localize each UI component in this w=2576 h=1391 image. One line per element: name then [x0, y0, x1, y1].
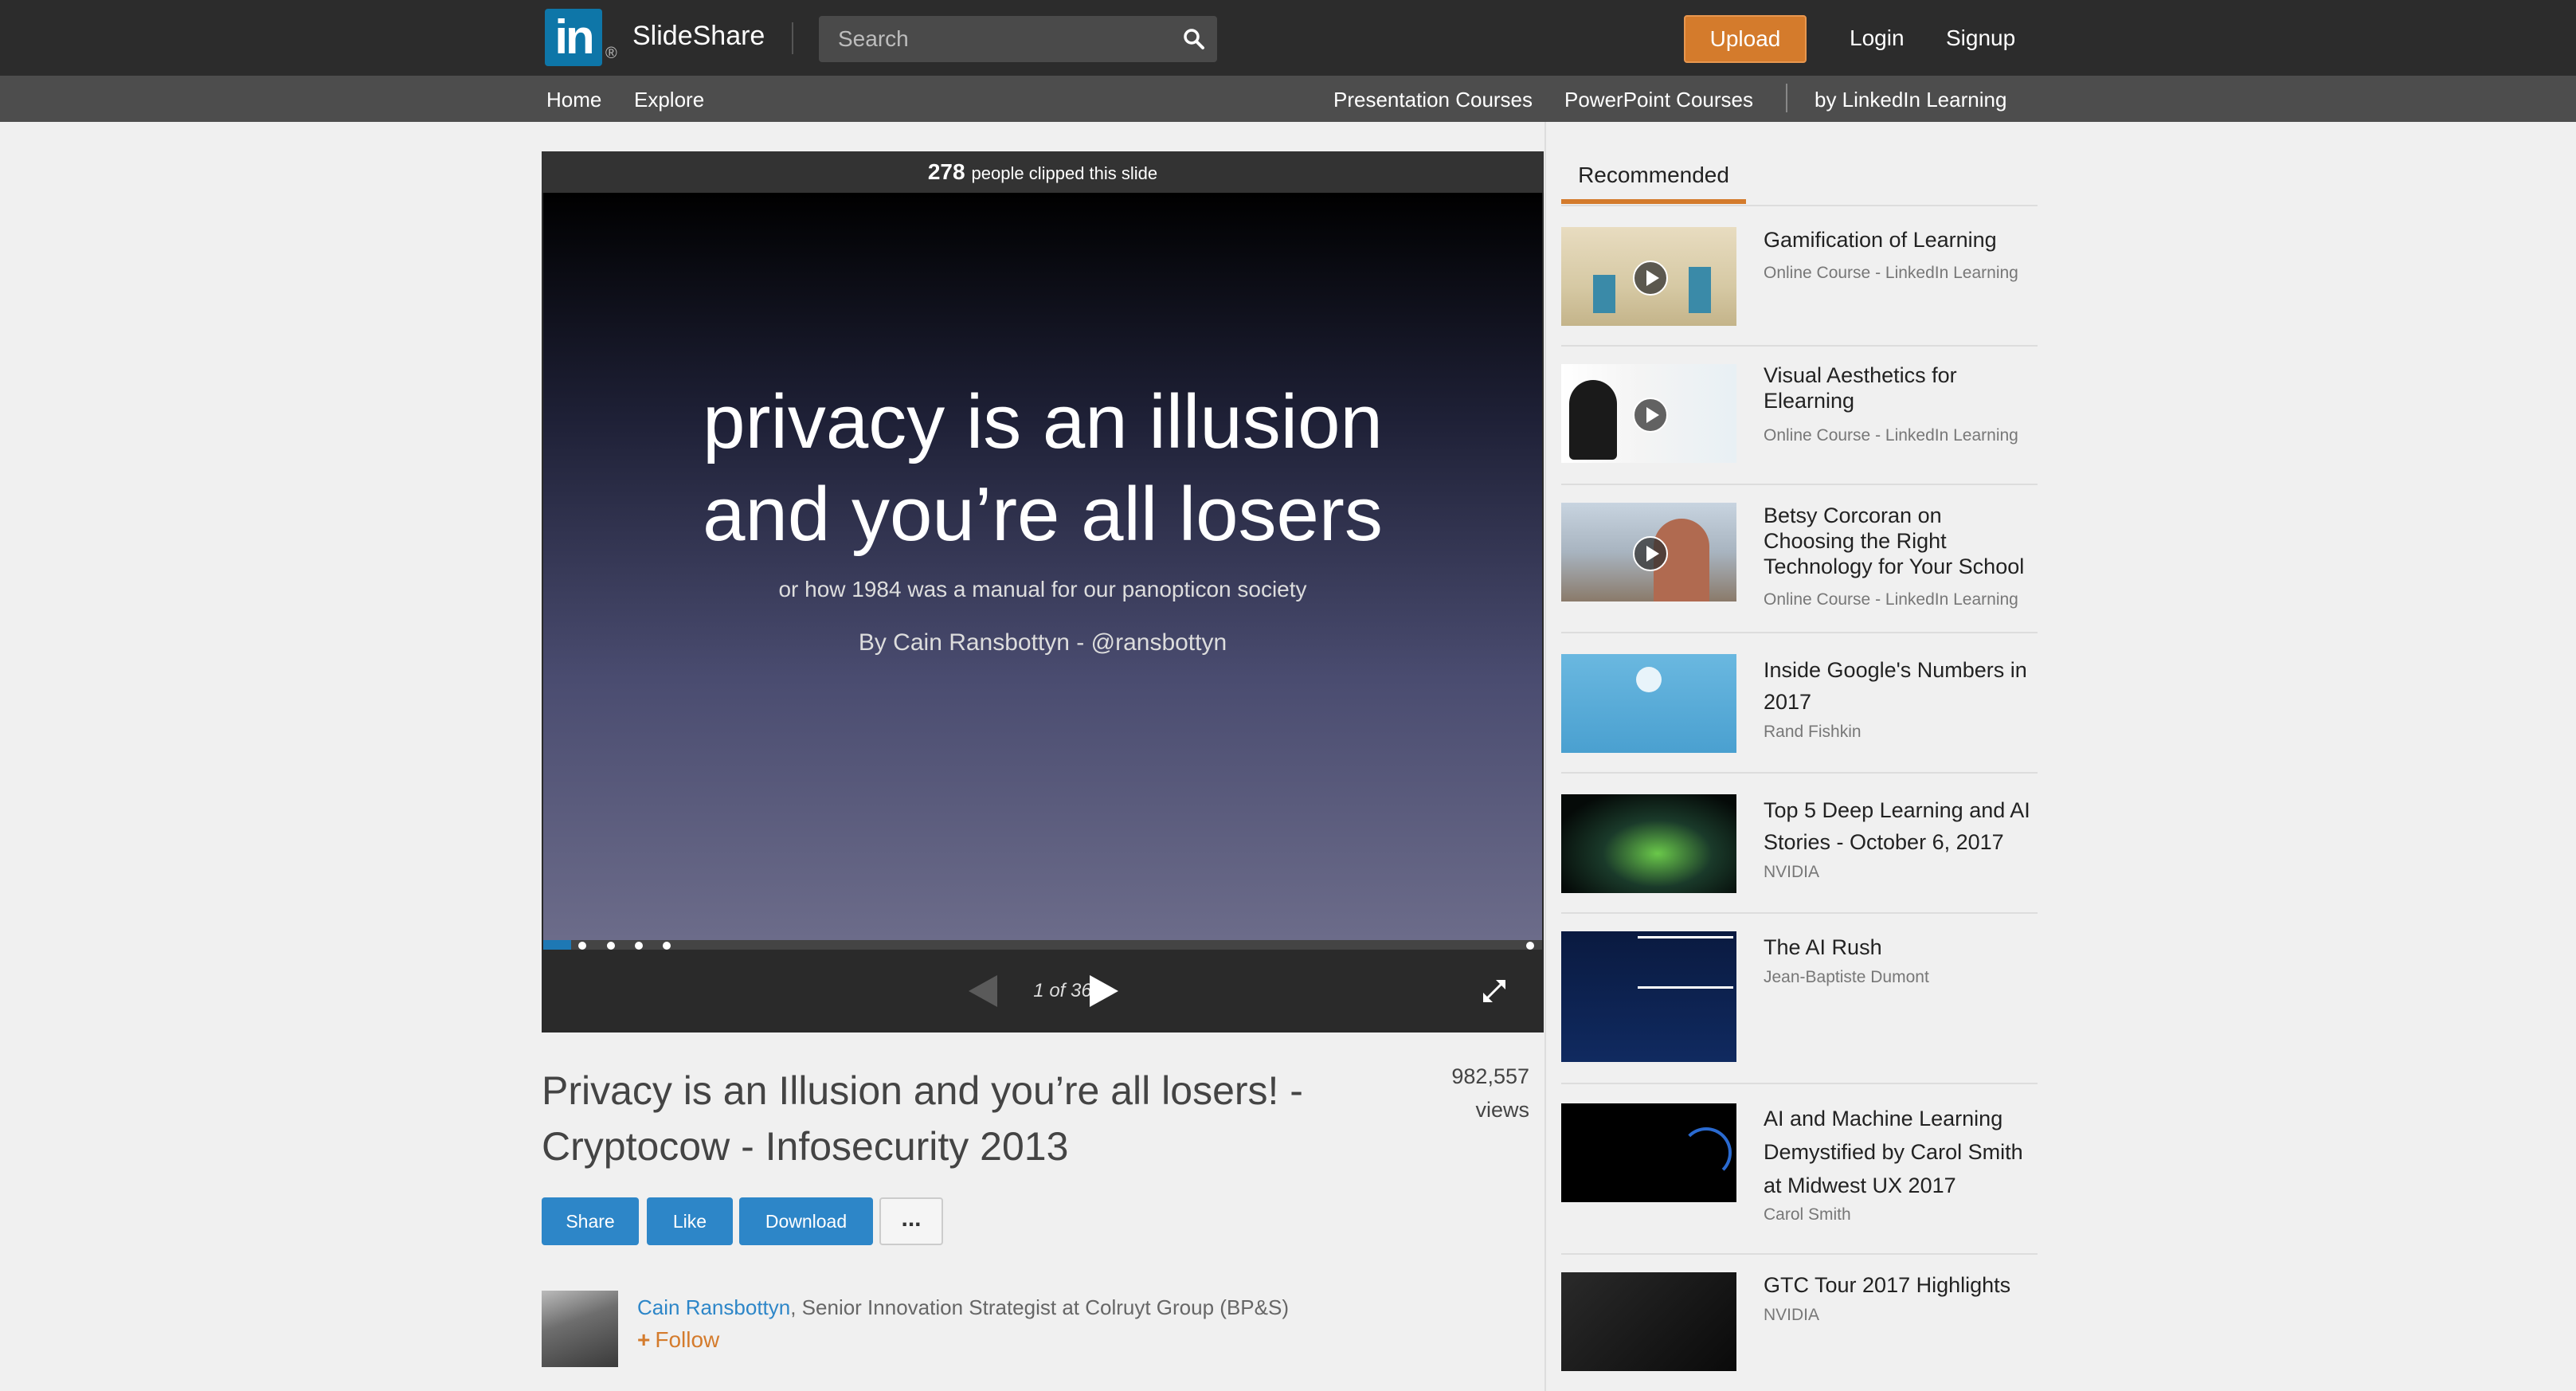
view-count: 982,557 views — [1402, 1060, 1529, 1127]
sidebar-divider — [1544, 122, 1546, 1391]
clip-count: 278 — [927, 159, 965, 184]
recommended-title: Top 5 Deep Learning and AI Stories - Oct… — [1764, 798, 2030, 854]
recommended-item[interactable]: Gamification of Learning Online Course -… — [1561, 206, 2038, 347]
recommended-subtitle: Jean-Baptiste Dumont — [1764, 968, 1929, 986]
thumbnail-gamification[interactable] — [1561, 227, 1736, 326]
presentation-title: Privacy is an Illusion and you’re all lo… — [542, 1068, 1303, 1169]
views-number: 982,557 — [1451, 1064, 1529, 1088]
thumbnail-betsy-corcoran[interactable] — [1561, 503, 1736, 601]
next-slide-icon[interactable] — [1088, 974, 1120, 1009]
slide-title-line-1: privacy is an illusion — [703, 379, 1383, 464]
recommended-title: Gamification of Learning — [1764, 228, 1997, 252]
thumbnail-visual-aesthetics[interactable] — [1561, 364, 1736, 463]
slide-title-line-2: and you’re all losers — [703, 472, 1383, 557]
recommended-title: The AI Rush — [1764, 935, 1882, 959]
recommended-title: Visual Aesthetics for Elearning — [1764, 363, 1957, 413]
nav-by-linkedin-learning[interactable]: by LinkedIn Learning — [1815, 88, 2006, 112]
nav-explore[interactable]: Explore — [634, 88, 704, 112]
signup-link[interactable]: Signup — [1946, 25, 2015, 51]
download-button[interactable]: Download — [739, 1197, 873, 1245]
sub-navigation: Home Explore Presentation Courses PowerP… — [0, 76, 2576, 122]
header-divider — [792, 22, 793, 54]
active-tab-indicator — [1561, 199, 1746, 204]
author-info: Cain Ransbottyn, Senior Innovation Strat… — [637, 1295, 1289, 1320]
progress-marker[interactable] — [578, 942, 586, 950]
progress-fill — [543, 940, 571, 950]
like-button[interactable]: Like — [647, 1197, 733, 1245]
slide-title: privacy is an illusion and you’re all lo… — [543, 376, 1542, 561]
clip-info-bar: 278 people clipped this slide — [542, 151, 1544, 193]
login-link[interactable]: Login — [1850, 25, 1905, 51]
recommended-item[interactable]: Betsy Corcoran on Choosing the Right Tec… — [1561, 485, 2038, 633]
subnav-divider — [1786, 84, 1787, 112]
author-name-link[interactable]: Cain Ransbottyn — [637, 1295, 790, 1319]
search-icon[interactable] — [1182, 27, 1206, 51]
author-avatar[interactable] — [542, 1291, 618, 1367]
recommended-subtitle: Rand Fishkin — [1764, 723, 1862, 741]
more-options-button[interactable]: ... — [879, 1197, 943, 1245]
recommended-item[interactable]: GTC Tour 2017 Highlights NVIDIA — [1561, 1255, 2038, 1391]
share-button[interactable]: Share — [542, 1197, 639, 1245]
follow-button[interactable]: + Follow — [637, 1327, 719, 1353]
thumbnail-deep-learning[interactable] — [1561, 794, 1736, 893]
thumbnail-ai-rush[interactable] — [1561, 931, 1736, 1062]
upload-button[interactable]: Upload — [1684, 15, 1807, 63]
play-icon — [1633, 261, 1668, 296]
recommended-subtitle: NVIDIA — [1764, 1306, 1820, 1324]
player-controls: 1 of 36 — [542, 950, 1544, 1032]
top-header: in ® SlideShare Upload Login Signup — [0, 0, 2576, 76]
thumbnail-ai-machine-learning[interactable] — [1561, 1103, 1736, 1202]
thumbnail-inside-google[interactable] — [1561, 654, 1736, 753]
recommended-subtitle: Online Course - LinkedIn Learning — [1764, 590, 2018, 609]
tab-recommended[interactable]: Recommended — [1561, 163, 1746, 188]
play-icon — [1633, 398, 1668, 433]
slide-progress-bar[interactable] — [543, 940, 1542, 950]
nav-powerpoint-courses[interactable]: PowerPoint Courses — [1564, 88, 1753, 112]
recommended-subtitle: NVIDIA — [1764, 863, 1820, 881]
recommended-title: Inside Google's Numbers in 2017 — [1764, 658, 2027, 714]
linkedin-logo-icon[interactable]: in — [545, 9, 602, 66]
recommended-item[interactable]: The AI Rush Jean-Baptiste Dumont — [1561, 914, 2038, 1084]
slide-view[interactable]: privacy is an illusion and you’re all lo… — [543, 193, 1542, 940]
follow-label: Follow — [655, 1327, 720, 1352]
recommended-title: GTC Tour 2017 Highlights — [1764, 1273, 2011, 1297]
prev-slide-icon[interactable] — [967, 974, 999, 1009]
search-input[interactable] — [819, 16, 1169, 62]
nav-presentation-courses[interactable]: Presentation Courses — [1333, 88, 1533, 112]
search-box — [819, 16, 1217, 62]
slide-byline: By Cain Ransbottyn - @ransbottyn — [858, 629, 1227, 656]
recommended-subtitle: Carol Smith — [1764, 1205, 1851, 1224]
author-title: , Senior Innovation Strategist at Colruy… — [790, 1295, 1289, 1319]
progress-marker[interactable] — [635, 942, 643, 950]
nav-home[interactable]: Home — [546, 88, 601, 112]
plus-icon: + — [637, 1327, 651, 1352]
clip-text: people clipped this slide — [971, 163, 1158, 183]
progress-marker[interactable] — [663, 942, 671, 950]
recommended-item[interactable]: Top 5 Deep Learning and AI Stories - Oct… — [1561, 774, 2038, 914]
recommended-subtitle: Online Course - LinkedIn Learning — [1764, 264, 2018, 282]
views-label: views — [1475, 1098, 1529, 1122]
play-icon — [1633, 536, 1668, 571]
progress-marker[interactable] — [1526, 942, 1534, 950]
recommended-subtitle: Online Course - LinkedIn Learning — [1764, 426, 2018, 445]
brand-name[interactable]: SlideShare — [632, 21, 765, 52]
recommended-item[interactable]: AI and Machine Learning Demystified by C… — [1561, 1084, 2038, 1255]
recommended-item[interactable]: Inside Google's Numbers in 2017 Rand Fis… — [1561, 633, 2038, 774]
slide-player: 278 people clipped this slide privacy is … — [542, 151, 1544, 1032]
progress-marker[interactable] — [607, 942, 615, 950]
thumbnail-gtc-tour[interactable] — [1561, 1272, 1736, 1371]
slide-subtitle: or how 1984 was a manual for our panopti… — [778, 577, 1307, 601]
recommended-item[interactable]: Visual Aesthetics for Elearning Online C… — [1561, 347, 2038, 485]
fullscreen-icon[interactable] — [1480, 977, 1509, 1005]
recommended-title: Betsy Corcoran on Choosing the Right Tec… — [1764, 504, 2025, 578]
recommended-title: AI and Machine Learning Demystified by C… — [1764, 1107, 2023, 1197]
registered-mark-icon: ® — [605, 45, 617, 62]
